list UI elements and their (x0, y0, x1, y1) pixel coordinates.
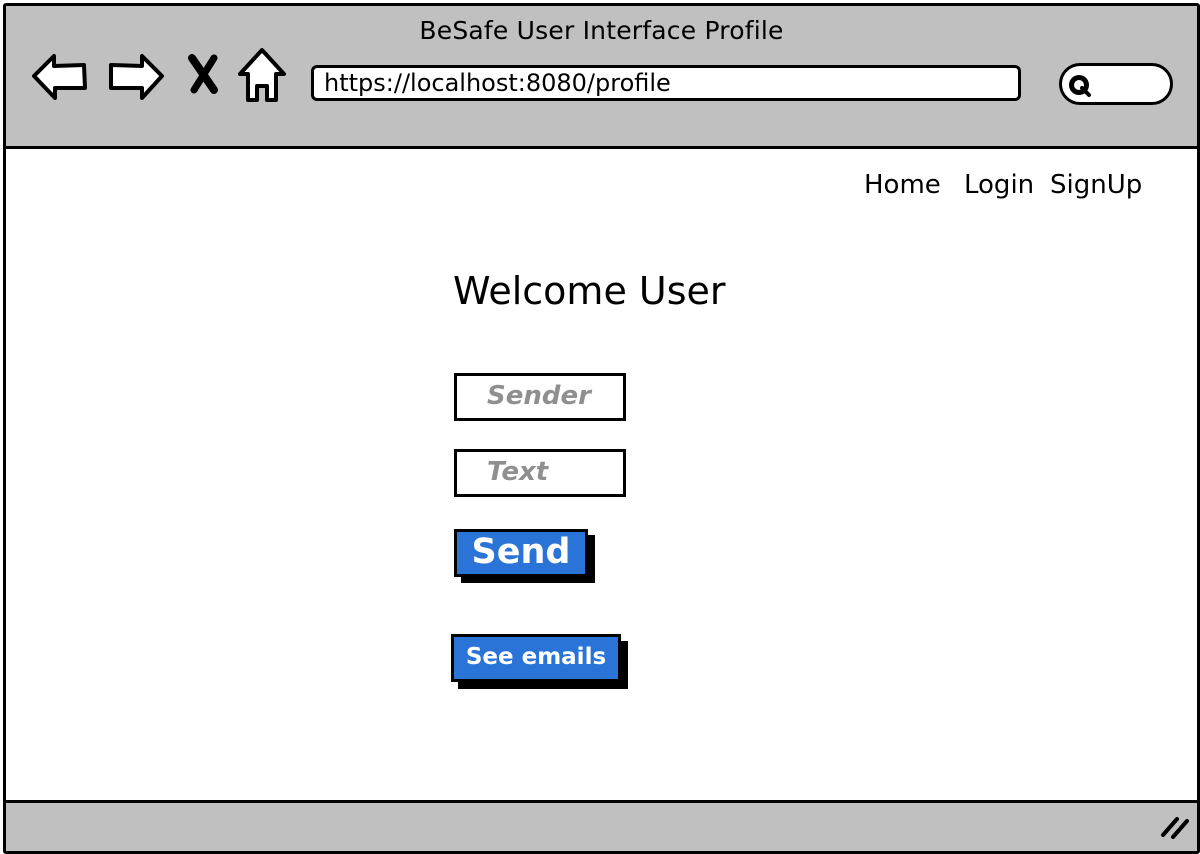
sender-input[interactable]: Sender (454, 373, 626, 421)
nav-link-home[interactable]: Home (864, 170, 941, 200)
browser-statusbar (6, 800, 1197, 851)
text-placeholder: Text (487, 457, 549, 487)
back-arrow-icon[interactable] (30, 48, 90, 104)
browser-search-box[interactable] (1059, 63, 1173, 105)
window-title: BeSafe User Interface Profile (419, 16, 784, 45)
page-title: Welcome User (453, 269, 726, 313)
send-button[interactable]: Send (454, 529, 588, 577)
search-icon (1068, 74, 1092, 102)
home-icon[interactable] (236, 46, 288, 106)
nav-link-login[interactable]: Login (964, 170, 1034, 200)
nav-link-signup[interactable]: SignUp (1050, 170, 1142, 200)
browser-titlebar: BeSafe User Interface Profile https://lo… (6, 6, 1197, 149)
address-bar[interactable]: https://localhost:8080/profile (311, 65, 1021, 101)
close-icon[interactable] (186, 54, 222, 94)
text-input[interactable]: Text (454, 449, 626, 497)
url-text: https://localhost:8080/profile (324, 69, 671, 97)
browser-window: BeSafe User Interface Profile https://lo… (3, 3, 1200, 854)
forward-arrow-icon[interactable] (106, 48, 166, 104)
resize-grip-icon[interactable] (1159, 813, 1191, 843)
see-emails-button[interactable]: See emails (451, 634, 621, 682)
sender-placeholder: Sender (487, 381, 591, 411)
